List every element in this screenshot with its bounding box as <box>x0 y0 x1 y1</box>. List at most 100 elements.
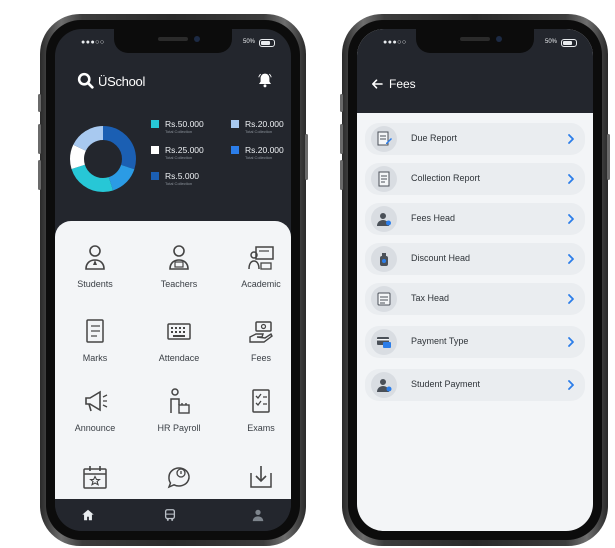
right-screen: ●●●○○ 50% Fees Due Report Collection Repo… <box>357 29 593 531</box>
status-bar: ●●●○○ 50% <box>357 37 593 51</box>
academic-icon <box>248 246 274 270</box>
signal-indicator: ●●●○○ <box>383 39 407 46</box>
discount-head-icon <box>380 253 388 266</box>
fees-item-discount-head[interactable]: Discount Head <box>365 243 585 275</box>
fees-item-payment-type[interactable]: Payment Type <box>365 326 585 358</box>
tile-label: Academic <box>241 279 281 289</box>
legend-amount: Rs.50.000 <box>165 119 204 129</box>
profile-icon[interactable] <box>251 508 265 522</box>
exams-icon <box>252 389 270 413</box>
fees-item-due-report[interactable]: Due Report <box>365 123 585 155</box>
chevron-right-icon <box>568 380 574 390</box>
fees-item-collection-report[interactable]: Collection Report <box>365 163 585 195</box>
bell-icon[interactable] <box>257 72 273 88</box>
left-phone-frame: ●●●○○ 50% ÜSchool Rs.50.000 Total Collec… <box>38 14 308 546</box>
status-bar: ●●●○○ 50% <box>55 37 291 51</box>
due-report-icon <box>377 131 392 146</box>
attendance-icon <box>167 323 191 340</box>
legend-amount: Rs.25.000 <box>165 145 204 155</box>
calendar-icon <box>83 466 107 489</box>
student-icon <box>85 245 105 270</box>
tile-label: Attendace <box>158 353 200 363</box>
fees-item-icon-badge <box>371 126 397 152</box>
collection-report-icon <box>378 171 390 187</box>
tile-label: Marks <box>82 353 108 363</box>
fees-item-icon-badge <box>371 286 397 312</box>
tile-students[interactable]: Students <box>55 243 135 299</box>
legend-amount: Rs.5.000 <box>165 171 200 181</box>
chevron-right-icon <box>568 294 574 304</box>
fees-item-icon-badge <box>371 372 397 398</box>
arrow-left-icon[interactable] <box>371 78 383 90</box>
chevron-right-icon <box>568 134 574 144</box>
chevron-right-icon <box>568 337 574 347</box>
legend-swatch <box>151 120 159 128</box>
tile-label: Students <box>77 279 113 289</box>
tile-label: Exams <box>247 423 275 433</box>
legend-swatch <box>231 146 239 154</box>
fees-item-icon-badge <box>371 166 397 192</box>
legend-swatch <box>151 172 159 180</box>
tile-attendace[interactable]: Attendace <box>139 317 219 373</box>
tile-teachers[interactable]: Teachers <box>139 243 219 299</box>
bus-icon[interactable] <box>163 508 177 522</box>
tile-announce[interactable]: Announce <box>55 387 135 443</box>
payment-type-icon <box>377 337 391 348</box>
fees-item-label: Discount Head <box>411 253 471 263</box>
search-magnifier-logo-icon <box>77 72 94 89</box>
tile-label: Announce <box>74 423 116 433</box>
battery-icon <box>561 39 577 47</box>
megaphone-icon <box>85 390 108 412</box>
fees-head-icon <box>377 213 391 226</box>
tile-label: HR Payroll <box>157 423 201 433</box>
tile-hr-payroll[interactable]: HR Payroll <box>139 387 219 443</box>
teacher-icon <box>169 245 189 270</box>
battery-icon <box>259 39 275 47</box>
marks-icon <box>86 319 104 343</box>
legend-swatch <box>151 146 159 154</box>
fees-item-label: Tax Head <box>411 293 450 303</box>
payroll-icon <box>170 388 190 414</box>
chevron-right-icon <box>568 174 574 184</box>
download-icon <box>250 466 272 488</box>
tile-fees[interactable]: Fees <box>221 317 291 373</box>
fees-item-icon-badge <box>371 246 397 272</box>
battery-percent: 50% <box>544 39 557 45</box>
tile-exams[interactable]: Exams <box>221 387 291 443</box>
fees-item-fees-head[interactable]: Fees Head <box>365 203 585 235</box>
right-phone-frame: ●●●○○ 50% Fees Due Report Collection Repo… <box>340 14 610 546</box>
legend-sublabel: Total Collection <box>165 129 193 134</box>
home-icon[interactable] <box>81 508 95 522</box>
student-payment-icon <box>377 379 392 392</box>
legend-amount: Rs.20.000 <box>245 119 284 129</box>
tile-marks[interactable]: Marks <box>55 317 135 373</box>
tile-academic[interactable]: Academic <box>221 243 291 299</box>
tax-head-icon <box>377 292 391 306</box>
fees-item-label: Student Payment <box>411 379 481 389</box>
bottom-nav <box>55 499 291 531</box>
fees-item-label: Payment Type <box>411 336 469 346</box>
fees-item-student-payment[interactable]: Student Payment <box>365 369 585 401</box>
left-screen: ●●●○○ 50% ÜSchool Rs.50.000 Total Collec… <box>55 29 291 531</box>
fees-item-label: Collection Report <box>411 173 481 183</box>
complaints-icon <box>167 467 190 489</box>
app-bar: ÜSchool <box>77 69 273 93</box>
battery-percent: 50% <box>242 39 255 45</box>
app-title: ÜSchool <box>98 74 146 89</box>
legend-sublabel: Total Collection <box>245 155 273 160</box>
mockup-stage: ●●●○○ 50% ÜSchool Rs.50.000 Total Collec… <box>0 0 615 548</box>
chevron-right-icon <box>568 214 574 224</box>
fees-item-tax-head[interactable]: Tax Head <box>365 283 585 315</box>
page-title: Fees <box>389 77 416 91</box>
signal-indicator: ●●●○○ <box>81 39 105 46</box>
fees-item-icon-badge <box>371 206 397 232</box>
legend-swatch <box>231 120 239 128</box>
module-grid: Students Teachers Academic Marks Attendace Fe… <box>55 221 291 509</box>
tile-label: Teachers <box>160 279 198 289</box>
legend-sublabel: Total Collection <box>165 181 193 186</box>
collection-donut-chart <box>70 126 136 192</box>
tile-label: Fees <box>250 353 271 363</box>
chevron-right-icon <box>568 254 574 264</box>
fees-item-label: Due Report <box>411 133 458 143</box>
legend-sublabel: Total Collection <box>245 129 273 134</box>
